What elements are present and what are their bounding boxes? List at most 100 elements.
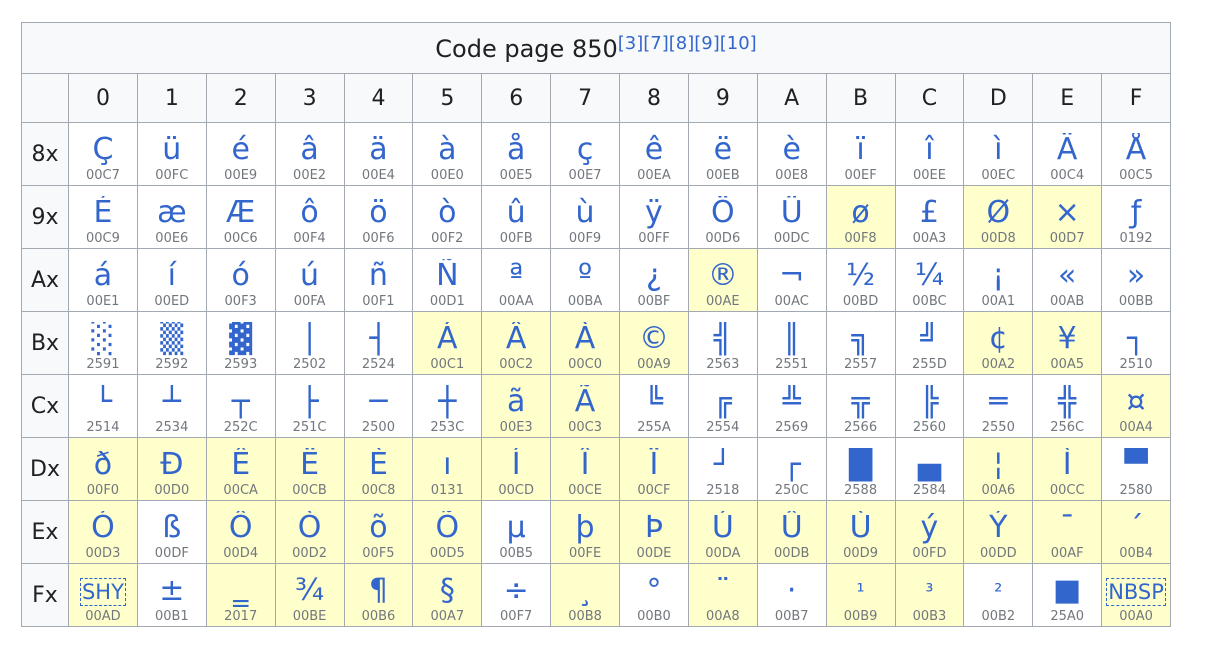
char-cell[interactable]: ó 00F3 [205,248,276,312]
char-cell[interactable]: ç 00E7 [550,122,620,186]
char-cell[interactable]: ã 00E3 [481,374,552,438]
char-cell[interactable]: » 00BB [1101,248,1171,312]
ref-link[interactable]: [9] [694,33,720,54]
char-cell[interactable]: ┌ 250C [756,437,827,501]
char-cell[interactable]: ▒ 2592 [136,311,207,375]
char-cell[interactable]: µ 00B5 [481,500,552,564]
char-cell[interactable]: ú 00FA [274,248,345,312]
char-cell[interactable]: û 00FB [481,185,552,249]
char-cell[interactable]: ¢ 00A2 [963,311,1034,375]
char-cell[interactable]: ╬ 256C [1032,374,1103,438]
char-cell[interactable]: Ì 00CC [1032,437,1103,501]
char-cell[interactable]: ┼ 253C [412,374,483,438]
char-cell[interactable]: ³ 00B3 [894,563,965,627]
char-cell[interactable]: ¤ 00A4 [1101,374,1171,438]
char-cell[interactable]: ö 00F6 [343,185,414,249]
char-cell[interactable]: æ 00E6 [136,185,207,249]
char-cell[interactable]: │ 2502 [274,311,345,375]
char-cell[interactable]: Ó 00D3 [68,500,138,564]
char-cell[interactable]: ð 00F0 [68,437,138,501]
char-cell[interactable]: ╗ 2557 [825,311,896,375]
char-cell[interactable]: ² 00B2 [963,563,1034,627]
ref-link[interactable]: [8] [669,33,695,54]
char-cell[interactable]: ì 00EC [963,122,1034,186]
char-cell[interactable]: ½ 00BD [825,248,896,312]
char-cell[interactable]: ¿ 00BF [619,248,689,312]
char-cell[interactable]: Þ 00DE [619,500,689,564]
char-cell[interactable]: ╝ 255D [894,311,965,375]
char-cell[interactable]: º 00BA [550,248,620,312]
char-cell[interactable]: ò 00F2 [412,185,483,249]
char-cell[interactable]: Ø 00D8 [963,185,1034,249]
char-cell[interactable]: â 00E2 [274,122,345,186]
char-cell[interactable]: Ô 00D4 [205,500,276,564]
char-cell[interactable]: Û 00DB [756,500,827,564]
char-cell[interactable]: ─ 2500 [343,374,414,438]
char-cell[interactable]: Ñ 00D1 [412,248,483,312]
char-cell[interactable]: õ 00F5 [343,500,414,564]
char-cell[interactable]: Ð 00D0 [136,437,207,501]
char-cell[interactable]: ‗ 2017 [205,563,276,627]
char-cell[interactable]: ° 00B0 [619,563,689,627]
char-cell[interactable]: Õ 00D5 [412,500,483,564]
char-cell[interactable]: ¼ 00BC [894,248,965,312]
char-cell[interactable]: þ 00FE [550,500,620,564]
char-cell[interactable]: ë 00EB [687,122,758,186]
char-cell[interactable]: ´ 00B4 [1101,500,1171,564]
char-cell[interactable]: å 00E5 [481,122,552,186]
char-cell[interactable]: ø 00F8 [825,185,896,249]
char-cell[interactable]: ¡ 00A1 [963,248,1034,312]
char-cell[interactable]: ÿ 00FF [619,185,689,249]
char-cell[interactable]: è 00E8 [756,122,827,186]
char-cell[interactable]: ¬ 00AC [756,248,827,312]
char-cell[interactable]: ¹ 00B9 [825,563,896,627]
char-cell[interactable]: ┐ 2510 [1101,311,1171,375]
char-cell[interactable]: ■ 25A0 [1032,563,1103,627]
char-cell[interactable]: ╚ 255A [619,374,689,438]
char-cell[interactable]: È 00C8 [343,437,414,501]
char-cell[interactable]: ┘ 2518 [687,437,758,501]
char-cell[interactable]: Ö 00D6 [687,185,758,249]
char-cell[interactable]: ä 00E4 [343,122,414,186]
char-cell[interactable]: ƒ 0192 [1101,185,1171,249]
char-cell[interactable]: ╔ 2554 [687,374,758,438]
ref-link[interactable]: [7] [643,33,669,54]
char-cell[interactable]: ¶ 00B6 [343,563,414,627]
char-cell[interactable]: ý 00FD [894,500,965,564]
char-cell[interactable]: Ù 00D9 [825,500,896,564]
char-cell[interactable]: î 00EE [894,122,965,186]
char-cell[interactable]: í 00ED [136,248,207,312]
char-cell[interactable]: ┴ 2534 [136,374,207,438]
char-cell[interactable]: § 00A7 [412,563,483,627]
char-cell[interactable]: Æ 00C6 [205,185,276,249]
char-cell[interactable]: £00A3 [894,185,965,249]
char-cell[interactable]: À 00C0 [550,311,620,375]
ref-link[interactable]: [3] [618,33,644,54]
char-cell[interactable]: ê 00EA [619,122,689,186]
char-cell[interactable]: © 00A9 [619,311,689,375]
char-cell[interactable]: NBSP 00A0 [1101,563,1171,627]
char-cell[interactable]: ï 00EF [825,122,896,186]
char-cell[interactable]: └ 2514 [68,374,138,438]
char-cell[interactable]: · 00B7 [756,563,827,627]
char-cell[interactable]: ▓ 2593 [205,311,276,375]
char-cell[interactable]: Ú 00DA [687,500,758,564]
char-cell[interactable]: Ä 00C4 [1032,122,1103,186]
char-cell[interactable]: ±00B1 [136,563,207,627]
char-cell[interactable]: ▀ 2580 [1101,437,1171,501]
char-cell[interactable]: × 00D7 [1032,185,1103,249]
char-cell[interactable]: ├ 251C [274,374,345,438]
char-cell[interactable]: Ü 00DC [756,185,827,249]
char-cell[interactable]: Ò 00D2 [274,500,345,564]
char-cell[interactable]: ¨ 00A8 [687,563,758,627]
char-cell[interactable]: É 00C9 [68,185,138,249]
char-cell[interactable]: ╦ 2566 [825,374,896,438]
char-cell[interactable]: ┬ 252C [205,374,276,438]
char-cell[interactable]: ß 00DF [136,500,207,564]
char-cell[interactable]: Ê 00CA [205,437,276,501]
char-cell[interactable]: ║ 2551 [756,311,827,375]
char-cell[interactable]: Á 00C1 [412,311,483,375]
char-cell[interactable]: «00AB [1032,248,1103,312]
char-cell[interactable]: ¥00A5 [1032,311,1103,375]
char-cell[interactable]: ═ 2550 [963,374,1034,438]
